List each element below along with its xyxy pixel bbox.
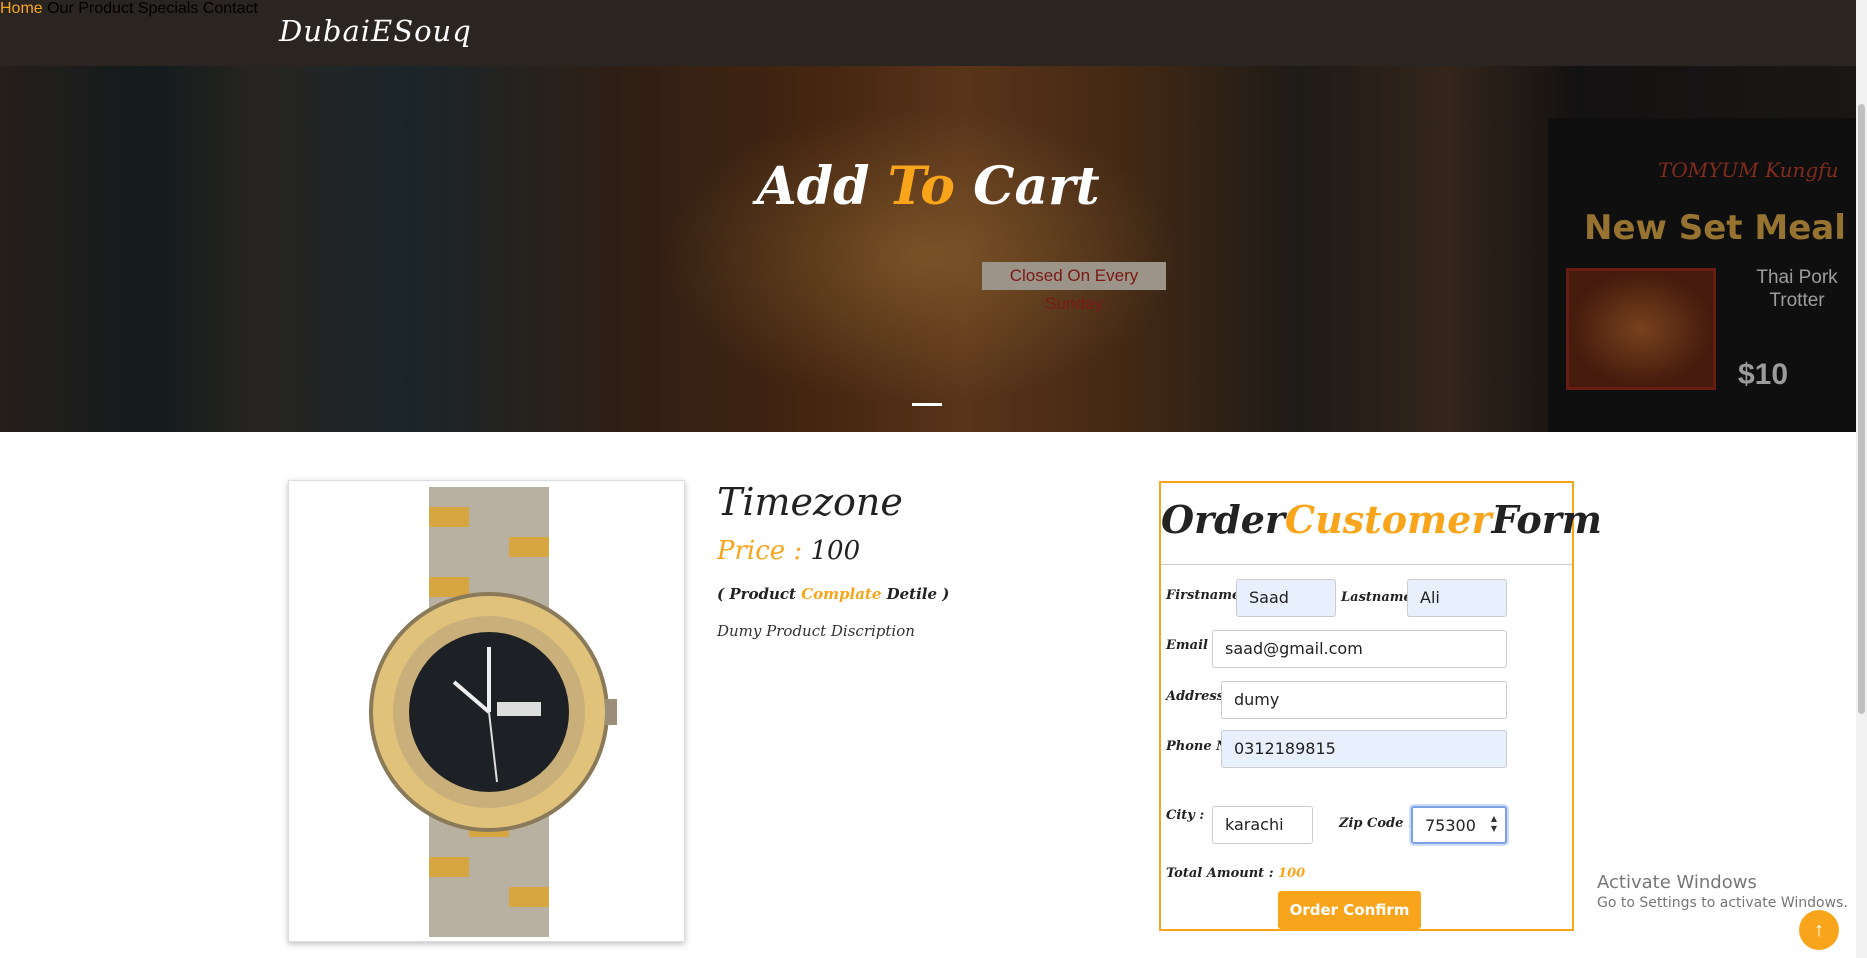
city-input[interactable]: karachi <box>1212 806 1313 844</box>
order-customer-form: OrderCustomerForm Firstname : Saad Lastn… <box>1159 481 1602 931</box>
nav-home[interactable]: Home <box>0 0 43 17</box>
scrollbar-thumb[interactable] <box>1858 104 1865 714</box>
phone-label: Phone No <box>1166 739 1222 754</box>
email-label: Email : <box>1166 638 1218 653</box>
total-amount: Total Amount : 100 <box>1166 866 1306 881</box>
nav-specials[interactable]: Specials <box>138 0 198 17</box>
product-price: Price : 100 <box>717 536 861 566</box>
lastname-input[interactable]: Ali <box>1407 579 1507 617</box>
address-input[interactable]: dumy <box>1221 681 1507 719</box>
nav-our-product[interactable]: Our Product <box>47 0 133 17</box>
hero-banner: Closed On Every Sunday TOMYUM Kungfu New… <box>0 66 1856 432</box>
form-divider <box>1161 564 1572 565</box>
nav-contact[interactable]: Contact <box>203 0 258 17</box>
address-label: Address: <box>1166 689 1229 704</box>
phone-input[interactable]: 0312189815 <box>1221 730 1507 768</box>
page-scrollbar[interactable] <box>1856 0 1867 958</box>
brand-logo[interactable]: DubaiESouq <box>279 14 472 48</box>
carousel-indicator[interactable] <box>912 403 942 406</box>
order-confirm-button[interactable]: Order Confirm <box>1278 891 1421 929</box>
windows-activation-watermark: Activate Windows Go to Settings to activ… <box>1597 872 1848 911</box>
product-description: Dumy Product Discription <box>717 622 915 640</box>
city-label: City : <box>1166 808 1205 823</box>
product-name: Timezone <box>717 480 903 524</box>
zip-input[interactable]: 75300 ▲ ▼ <box>1411 806 1507 844</box>
hero-title: Add To Cart <box>756 156 1100 217</box>
product-detail-heading: ( Product Complate Detile ) <box>717 585 950 603</box>
watch-icon <box>369 487 617 937</box>
zip-label: Zip Code : <box>1339 816 1413 831</box>
arrow-up-icon: ↑ <box>1814 919 1824 941</box>
number-stepper-icon[interactable]: ▲ ▼ <box>1491 814 1497 834</box>
email-input[interactable]: saad@gmail.com <box>1212 630 1507 668</box>
back-to-top-button[interactable]: ↑ <box>1799 910 1839 950</box>
firstname-input[interactable]: Saad <box>1236 579 1336 617</box>
form-title: OrderCustomerForm <box>1161 497 1602 542</box>
navbar: DubaiESouq Home Our Product Specials Con… <box>0 0 1856 66</box>
product-image <box>288 480 685 942</box>
